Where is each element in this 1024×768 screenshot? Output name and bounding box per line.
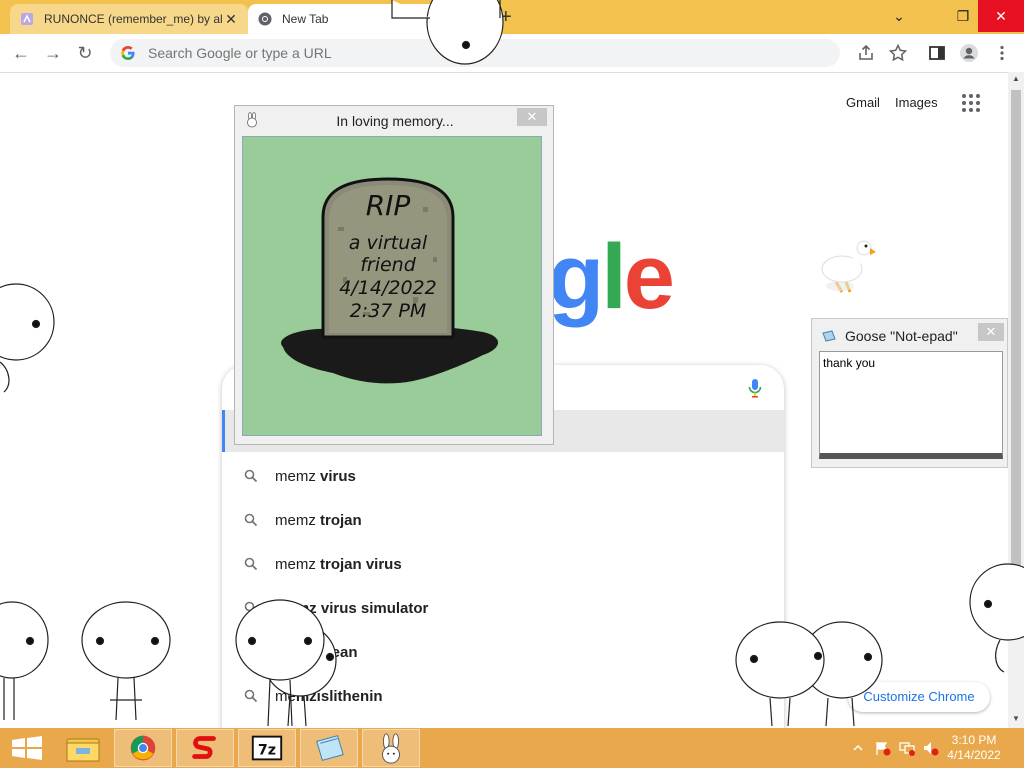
forward-arrow-icon[interactable]: → xyxy=(42,42,64,64)
stick-figure-icon xyxy=(81,601,171,721)
notepad-icon xyxy=(822,330,836,342)
document-icon xyxy=(21,13,33,25)
suggestion-completion: lean xyxy=(327,643,358,661)
suggestion-completion: trojan virus xyxy=(320,555,402,573)
window-close-button[interactable]: ✕ xyxy=(978,0,1024,32)
suggestion-completion: mz virus simulator xyxy=(295,599,429,617)
search-suggestion-item[interactable]: me mzislithenin xyxy=(244,686,383,706)
new-tab-button[interactable]: + xyxy=(500,6,512,29)
tab-search-button[interactable]: ⌄ xyxy=(876,0,922,32)
suggestion-prefix: memz xyxy=(275,511,320,529)
stick-figure-icon xyxy=(0,283,55,393)
svg-text:7z: 7z xyxy=(258,743,276,759)
close-button[interactable]: ✕ xyxy=(517,108,547,126)
chrome-icon[interactable] xyxy=(114,729,172,767)
tab-runonce[interactable]: RUNONCE (remember_me) by al ✕ xyxy=(10,4,248,34)
notepad-text-area[interactable] xyxy=(819,351,1003,459)
tombstone-line: a virtual xyxy=(349,232,428,254)
suggestion-completion: mzislithenin xyxy=(295,687,383,705)
share-icon[interactable] xyxy=(856,43,876,63)
taskbar-clock[interactable]: 3:10 PM 4/14/2022 xyxy=(946,733,1002,763)
window-titlebar[interactable]: Goose "Not-epad" ✕ xyxy=(812,319,1007,351)
7zip-icon[interactable]: 7z xyxy=(238,729,296,767)
close-button[interactable]: ✕ xyxy=(978,323,1004,341)
search-suggestion-item[interactable]: memz c lean xyxy=(244,642,358,662)
file-explorer-icon[interactable] xyxy=(54,729,112,767)
tab-close-icon[interactable]: ✕ xyxy=(224,11,238,28)
chrome-icon xyxy=(258,12,272,26)
page-scrollbar[interactable]: ▲ ▼ xyxy=(1008,72,1024,728)
microphone-icon[interactable] xyxy=(748,378,762,398)
search-suggestion-item[interactable]: me mz virus simulator xyxy=(244,598,428,618)
goose-icon[interactable] xyxy=(818,240,880,298)
tombstone-image: RIP a virtual friend 4/14/2022 2:37 PM xyxy=(242,136,542,436)
search-icon xyxy=(244,601,258,615)
network-icon[interactable] xyxy=(898,740,916,756)
kebab-menu-icon[interactable] xyxy=(992,43,1012,63)
search-icon xyxy=(244,645,258,659)
logo-letter: g xyxy=(548,226,604,328)
customize-chrome-button[interactable]: Customize Chrome xyxy=(848,682,990,712)
logo-letter: l xyxy=(601,226,627,328)
goose-notepad-window: Goose "Not-epad" ✕ xyxy=(811,318,1008,468)
tombstone-line: 4/14/2022 xyxy=(339,277,436,299)
window-titlebar[interactable]: In loving memory... ✕ xyxy=(235,106,553,134)
browser-toolbar: ← → ↻ xyxy=(0,34,1024,73)
search-suggestion-item[interactable]: memz virus xyxy=(244,466,356,486)
tab-title: New Tab xyxy=(282,12,329,26)
windows-start-icon[interactable] xyxy=(0,729,58,767)
logo-letter: e xyxy=(623,226,675,328)
tombstone-line: 2:37 PM xyxy=(350,300,427,322)
omnibox[interactable] xyxy=(110,39,840,67)
suggestion-prefix: memz xyxy=(275,555,320,573)
search-icon xyxy=(244,689,258,703)
memorial-window: In loving memory... ✕ RIP a virtual frie… xyxy=(234,105,554,445)
red-s-app-icon[interactable] xyxy=(176,729,234,767)
suggestion-prefix: me xyxy=(275,687,296,705)
taskbar: 7z 3:10 PM 4/14/2022 xyxy=(0,728,1024,768)
suggestion-prefix: me xyxy=(275,599,296,617)
scroll-down-arrow-icon[interactable]: ▼ xyxy=(1008,714,1024,723)
reload-icon[interactable]: ↻ xyxy=(74,42,96,64)
tab-strip: RUNONCE (remember_me) by al ✕ New Tab + … xyxy=(0,0,1024,34)
scroll-up-arrow-icon[interactable]: ▲ xyxy=(1008,74,1024,83)
window-title: In loving memory... xyxy=(336,113,454,129)
tab-title: RUNONCE (remember_me) by al xyxy=(44,12,223,26)
suggestion-prefix: memz c xyxy=(275,643,328,661)
tombstone-rip-text: RIP xyxy=(366,189,411,222)
clock-time: 3:10 PM xyxy=(951,733,997,747)
google-g-icon xyxy=(121,46,135,60)
apps-grid-icon[interactable] xyxy=(962,94,982,114)
scrollbar-thumb[interactable] xyxy=(1011,90,1021,638)
side-panel-icon[interactable] xyxy=(927,43,947,63)
tombstone-line: friend xyxy=(360,254,417,276)
images-link[interactable]: Images xyxy=(895,95,938,110)
volume-muted-icon[interactable] xyxy=(922,740,940,756)
profile-avatar-icon[interactable] xyxy=(959,43,979,63)
search-icon xyxy=(244,469,258,483)
google-logo: gle xyxy=(548,225,675,330)
search-icon xyxy=(244,513,258,527)
tray-overflow-chevron-icon[interactable] xyxy=(852,742,864,754)
action-center-flag-icon[interactable] xyxy=(874,740,892,756)
suggestion-completion: trojan xyxy=(320,511,362,529)
tab-new-tab[interactable]: New Tab xyxy=(248,4,498,34)
suggestion-completion: virus xyxy=(320,467,356,485)
clock-date: 4/14/2022 xyxy=(947,748,1001,762)
back-arrow-icon[interactable]: ← xyxy=(10,42,32,64)
window-title: Goose "Not-epad" xyxy=(845,328,958,344)
search-icon xyxy=(244,557,258,571)
star-icon[interactable] xyxy=(888,43,908,63)
omnibox-input[interactable] xyxy=(146,44,750,62)
stick-figure-icon xyxy=(0,601,49,720)
search-suggestion-item[interactable]: memz trojan virus xyxy=(244,554,402,574)
search-suggestion-item[interactable]: memz trojan xyxy=(244,510,362,530)
tombstone-illustration: RIP a virtual friend 4/14/2022 2:37 PM xyxy=(281,177,499,384)
suggestion-prefix: memz xyxy=(275,467,320,485)
notepad-app-icon[interactable] xyxy=(300,729,358,767)
bunny-app-icon[interactable] xyxy=(362,729,420,767)
gmail-link[interactable]: Gmail xyxy=(846,95,880,110)
